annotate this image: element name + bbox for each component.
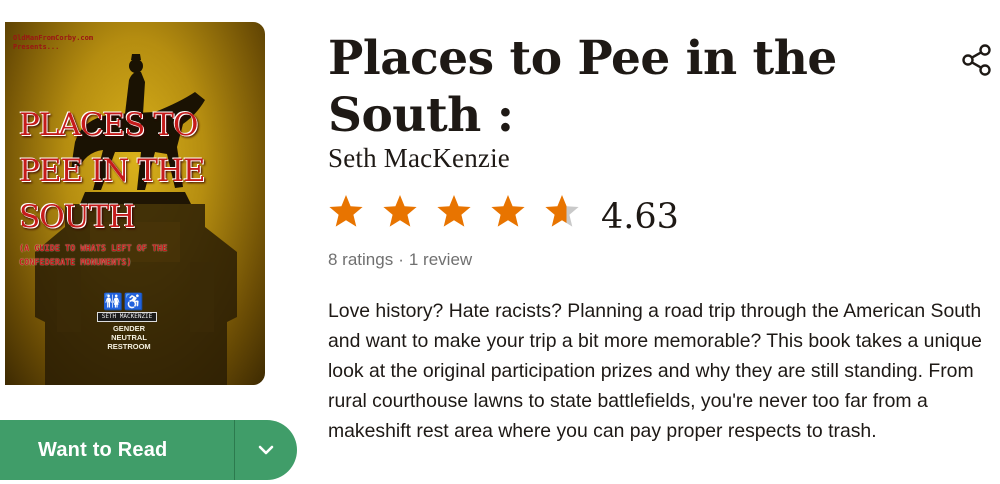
star-icon: [437, 195, 471, 227]
author-link[interactable]: Seth MacKenzie: [328, 143, 510, 174]
book-description: Love history? Hate racists? Planning a r…: [328, 300, 982, 442]
cover-restroom-sign: GENDER NEUTRAL RESTROOM: [107, 324, 151, 351]
star-icon: [383, 195, 417, 227]
want-to-read-group: Want to Read: [0, 420, 297, 480]
star-icon: [491, 195, 525, 227]
book-title-line-1: Places to Pee in the: [328, 31, 837, 86]
chevron-down-icon: [258, 445, 274, 455]
share-icon: [962, 44, 991, 76]
ratings-count-link[interactable]: 8 ratings: [328, 250, 393, 269]
cover-site-text: OldManFromCorby.com Presents...: [13, 34, 94, 51]
cover-author-plate: SETH MACKENZIE: [97, 312, 157, 322]
star-icon: [329, 195, 363, 227]
restroom-people-icon: 🚻♿: [103, 294, 145, 311]
rating-stars[interactable]: [328, 194, 580, 228]
want-to-read-button[interactable]: Want to Read: [0, 439, 234, 462]
reviews-count-link[interactable]: 1 review: [409, 250, 472, 269]
star-icon: [545, 195, 579, 227]
cover-subtitle: (A GUIDE TO WHATS LEFT OF THE CONFEDERAT…: [19, 244, 168, 268]
book-title-line-2: South :: [328, 88, 514, 143]
average-rating: 4.63: [601, 197, 679, 237]
book-title: Places to Pee in the South :: [328, 30, 888, 144]
cover-title: PLACES TO PEE IN THE SOUTH: [19, 107, 206, 235]
meta-separator: ·: [398, 250, 404, 269]
book-cover[interactable]: OldManFromCorby.com Presents... PLACES T…: [5, 22, 265, 385]
share-button[interactable]: [960, 43, 994, 77]
shelf-dropdown-button[interactable]: [235, 420, 297, 480]
ratings-meta: 8 ratings · 1 review: [328, 250, 472, 270]
